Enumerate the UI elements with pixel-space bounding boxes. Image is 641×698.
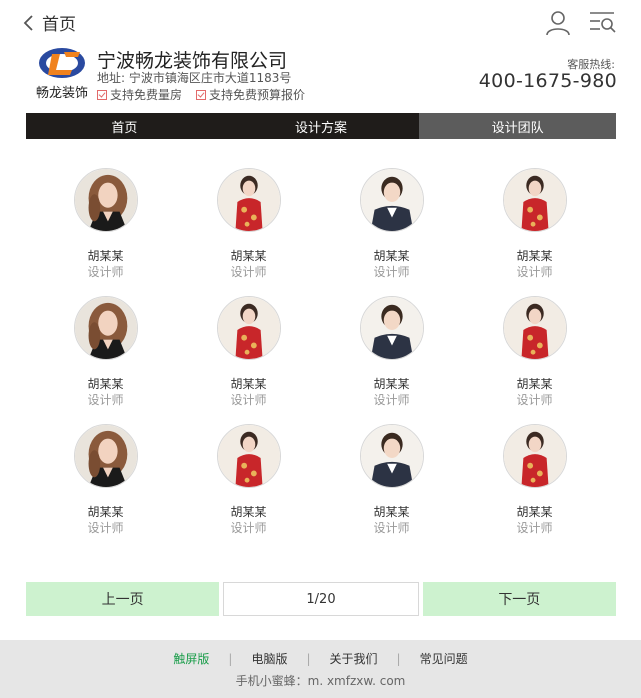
checkbox-icon: [196, 89, 207, 100]
member-name: 胡某某: [516, 505, 553, 519]
photo-woman-red-dress: [503, 297, 566, 359]
footer-separator: |: [306, 651, 311, 666]
team-member-card[interactable]: 胡某某 设计师: [177, 424, 320, 535]
team-member-card[interactable]: 胡某某 设计师: [177, 168, 320, 279]
feature-item: 支持免费预算报价: [196, 86, 305, 103]
team-member-card[interactable]: 胡某某 设计师: [34, 424, 177, 535]
team-member-card[interactable]: 胡某某 设计师: [463, 424, 606, 535]
chevron-left-icon: [23, 14, 33, 31]
team-member-card[interactable]: 胡某某 设计师: [320, 424, 463, 535]
member-title: 设计师: [87, 521, 124, 535]
member-name: 胡某某: [516, 377, 553, 391]
top-bar: 首页: [0, 0, 641, 46]
photo-woman-long-hair: [74, 297, 137, 359]
member-name: 胡某某: [87, 377, 124, 391]
footer-links: 触屏版 | 电脑版 | 关于我们 | 常见问题: [0, 650, 641, 667]
member-name: 胡某某: [230, 377, 267, 391]
feature-label: 支持免费量房: [110, 88, 183, 102]
nav-item-home[interactable]: 首页: [26, 113, 223, 139]
member-title: 设计师: [230, 521, 267, 535]
avatar: [359, 424, 424, 488]
member-name: 胡某某: [87, 505, 124, 519]
main-nav: 首页 设计方案 设计团队: [26, 113, 617, 139]
checkbox-icon: [97, 89, 107, 100]
member-title: 设计师: [516, 393, 553, 407]
prev-page-button[interactable]: 上一页: [26, 582, 220, 616]
feature-label: 支持免费预算报价: [209, 88, 306, 102]
back-label: 首页: [42, 15, 76, 35]
company-logo: 畅龙装饰: [30, 46, 92, 104]
avatar: [502, 168, 567, 232]
menu-search-icon[interactable]: [588, 10, 616, 36]
footer-separator: |: [396, 651, 401, 666]
user-icon[interactable]: [545, 10, 571, 36]
photo-woman-suit: [360, 297, 423, 359]
member-name: 胡某某: [373, 249, 410, 263]
member-title: 设计师: [373, 521, 410, 535]
feature-item: 支持免费量房: [97, 86, 182, 103]
member-name: 胡某某: [230, 505, 267, 519]
member-name: 胡某某: [516, 249, 553, 263]
member-title: 设计师: [373, 393, 410, 407]
member-title: 设计师: [373, 265, 410, 279]
photo-woman-red-dress: [503, 169, 566, 231]
member-title: 设计师: [230, 265, 267, 279]
company-header: 畅龙装饰 宁波畅龙装饰有限公司 地址: 宁波市镇海区庄市大道1183号 支持免费…: [0, 46, 641, 112]
team-member-card[interactable]: 胡某某 设计师: [34, 296, 177, 407]
avatar: [73, 424, 138, 488]
page-indicator: 1/20: [223, 582, 419, 616]
member-title: 设计师: [516, 265, 553, 279]
avatar: [216, 168, 281, 232]
footer-link-about[interactable]: 关于我们: [330, 650, 378, 667]
avatar: [502, 424, 567, 488]
member-title: 设计师: [87, 265, 124, 279]
team-member-card[interactable]: 胡某某 设计师: [34, 168, 177, 279]
avatar: [216, 296, 281, 360]
team-member-card[interactable]: 胡某某 设计师: [320, 168, 463, 279]
footer: 触屏版 | 电脑版 | 关于我们 | 常见问题 手机小蜜蜂：m. xmfzxw.…: [0, 640, 641, 698]
avatar: [73, 296, 138, 360]
pagination: 上一页 1/20 下一页: [26, 582, 616, 616]
team-member-card[interactable]: 胡某某 设计师: [463, 296, 606, 407]
team-grid: 胡某某 设计师 胡某某 设计师 胡某某 设计师 胡某某 设计师 胡某某 设计师 胡某某 设计师 胡某某设…: [34, 168, 606, 535]
team-member-card[interactable]: 胡某某 设计师: [320, 296, 463, 407]
feature-list: 支持免费量房 支持免费预算报价: [97, 86, 305, 103]
member-title: 设计师: [516, 521, 553, 535]
footer-link-desktop[interactable]: 电脑版: [251, 650, 287, 667]
member-name: 胡某某: [373, 505, 410, 519]
avatar: [359, 296, 424, 360]
footer-link-touch[interactable]: 触屏版: [173, 650, 209, 667]
footer-separator: |: [228, 651, 233, 666]
logo-text: 畅龙装饰: [35, 86, 88, 101]
photo-woman-long-hair: [74, 425, 137, 487]
team-member-card[interactable]: 胡某某 设计师: [177, 296, 320, 407]
avatar: [359, 168, 424, 232]
avatar: [502, 296, 567, 360]
photo-woman-red-dress: [217, 297, 280, 359]
next-page-button[interactable]: 下一页: [422, 582, 616, 616]
member-title: 设计师: [87, 393, 124, 407]
photo-woman-long-hair: [74, 169, 137, 231]
photo-woman-suit: [360, 425, 423, 487]
photo-woman-suit: [360, 169, 423, 231]
member-name: 胡某某: [230, 249, 267, 263]
back-button[interactable]: 首页: [22, 10, 76, 35]
member-name: 胡某某: [373, 377, 410, 391]
nav-item-design-plans[interactable]: 设计方案: [223, 113, 420, 139]
footer-site-line: 手机小蜜蜂：m. xmfzxw. com: [235, 674, 406, 688]
photo-woman-red-dress: [503, 425, 566, 487]
photo-woman-red-dress: [217, 169, 280, 231]
footer-link-faq[interactable]: 常见问题: [420, 650, 468, 667]
logo-mark: [39, 48, 85, 78]
team-member-card[interactable]: 胡某某 设计师: [463, 168, 606, 279]
member-title: 设计师: [230, 393, 267, 407]
avatar: [216, 424, 281, 488]
nav-item-design-team[interactable]: 设计团队: [419, 113, 617, 139]
photo-woman-red-dress: [217, 425, 280, 487]
member-name: 胡某某: [87, 249, 124, 263]
hotline-number[interactable]: 400-1675-980: [479, 70, 617, 92]
company-address: 地址: 宁波市镇海区庄市大道1183号: [97, 71, 292, 85]
avatar: [73, 168, 138, 232]
